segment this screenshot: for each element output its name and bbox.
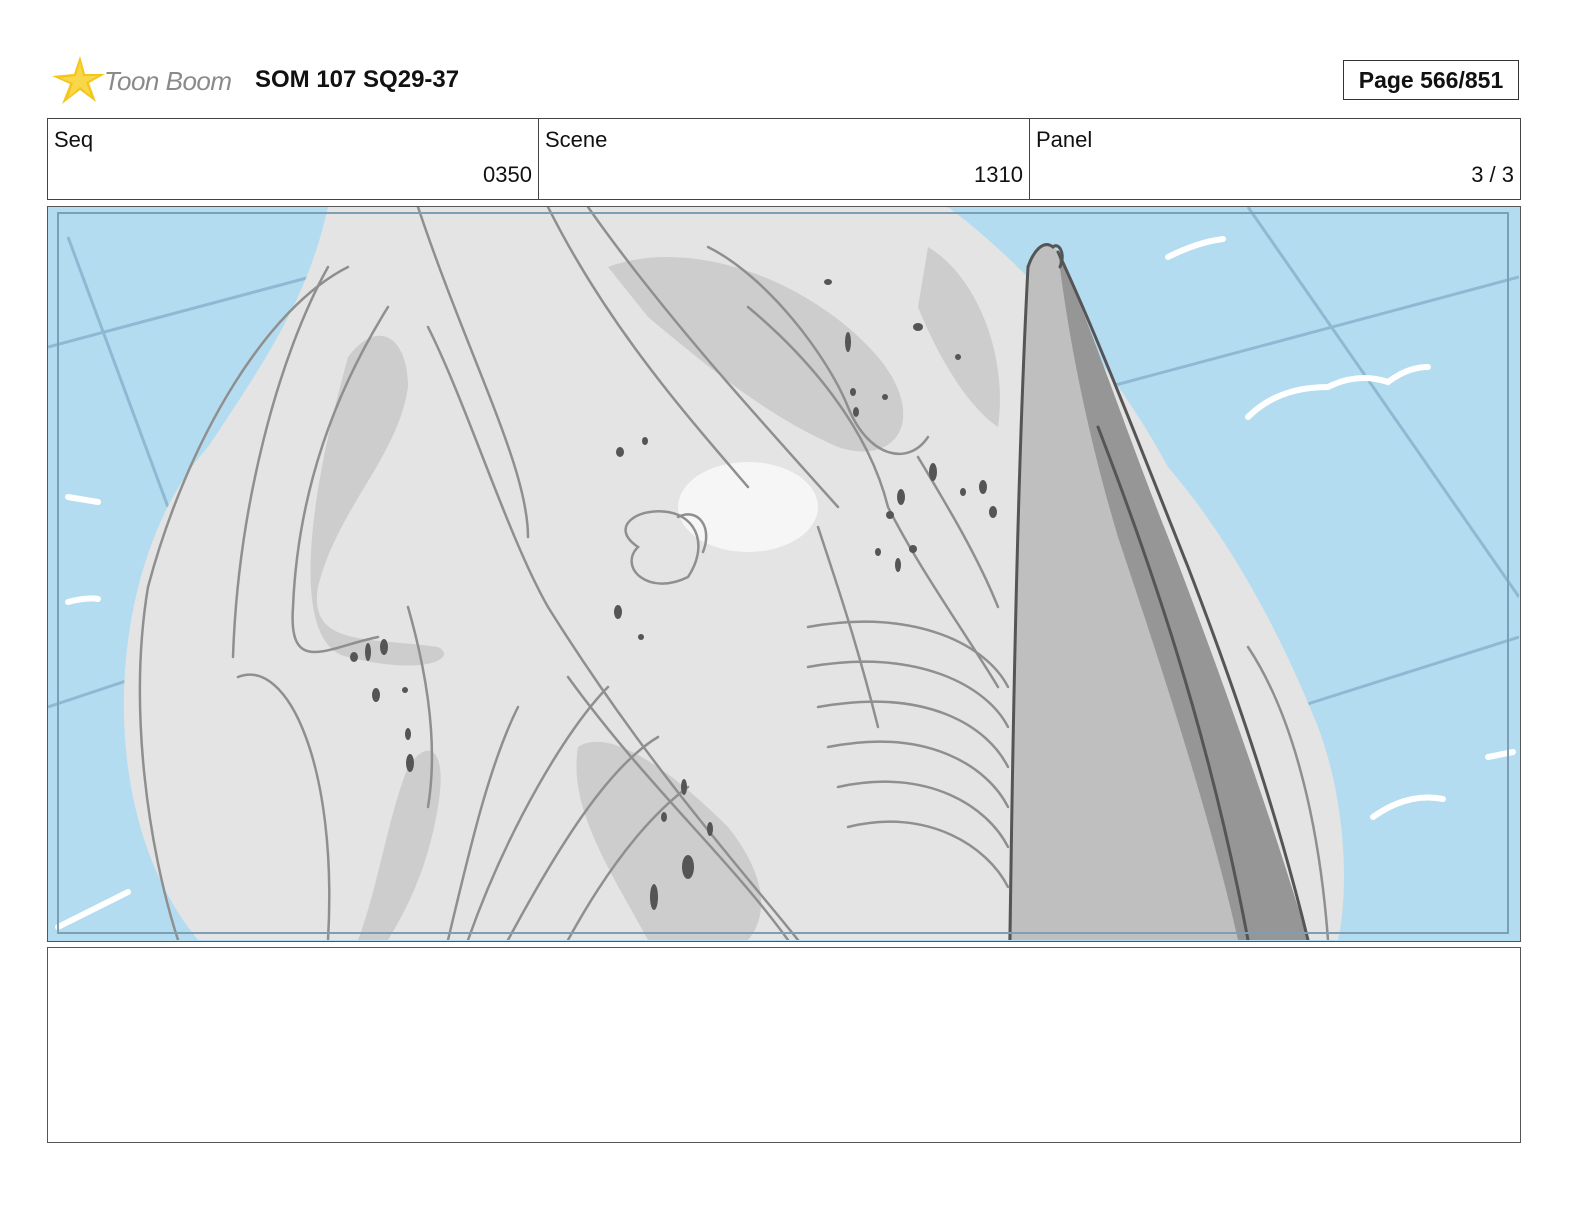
notes-box [47, 947, 1521, 1143]
page-number: Page 566/851 [1343, 60, 1519, 100]
seq-cell: Seq 0350 [48, 119, 539, 199]
storyboard-sketch [48, 207, 1519, 940]
seq-label: Seq [54, 127, 94, 152]
scene-cell: Scene 1310 [539, 119, 1030, 199]
panel-label: Panel [1036, 127, 1093, 152]
logo-text: Toon Boom [104, 66, 232, 96]
seq-value: 0350 [483, 162, 532, 187]
panel-cell: Panel 3 / 3 [1030, 119, 1520, 199]
info-row: Seq 0350 Scene 1310 Panel 3 / 3 [47, 118, 1521, 200]
scene-label: Scene [545, 127, 608, 152]
scene-value: 1310 [974, 162, 1023, 187]
toon-boom-logo: Toon Boom [50, 52, 240, 108]
storyboard-panel [47, 206, 1521, 942]
panel-value: 3 / 3 [1471, 162, 1514, 187]
document-title: SOM 107 SQ29-37 [255, 66, 460, 93]
toon-boom-star-icon [52, 56, 105, 104]
